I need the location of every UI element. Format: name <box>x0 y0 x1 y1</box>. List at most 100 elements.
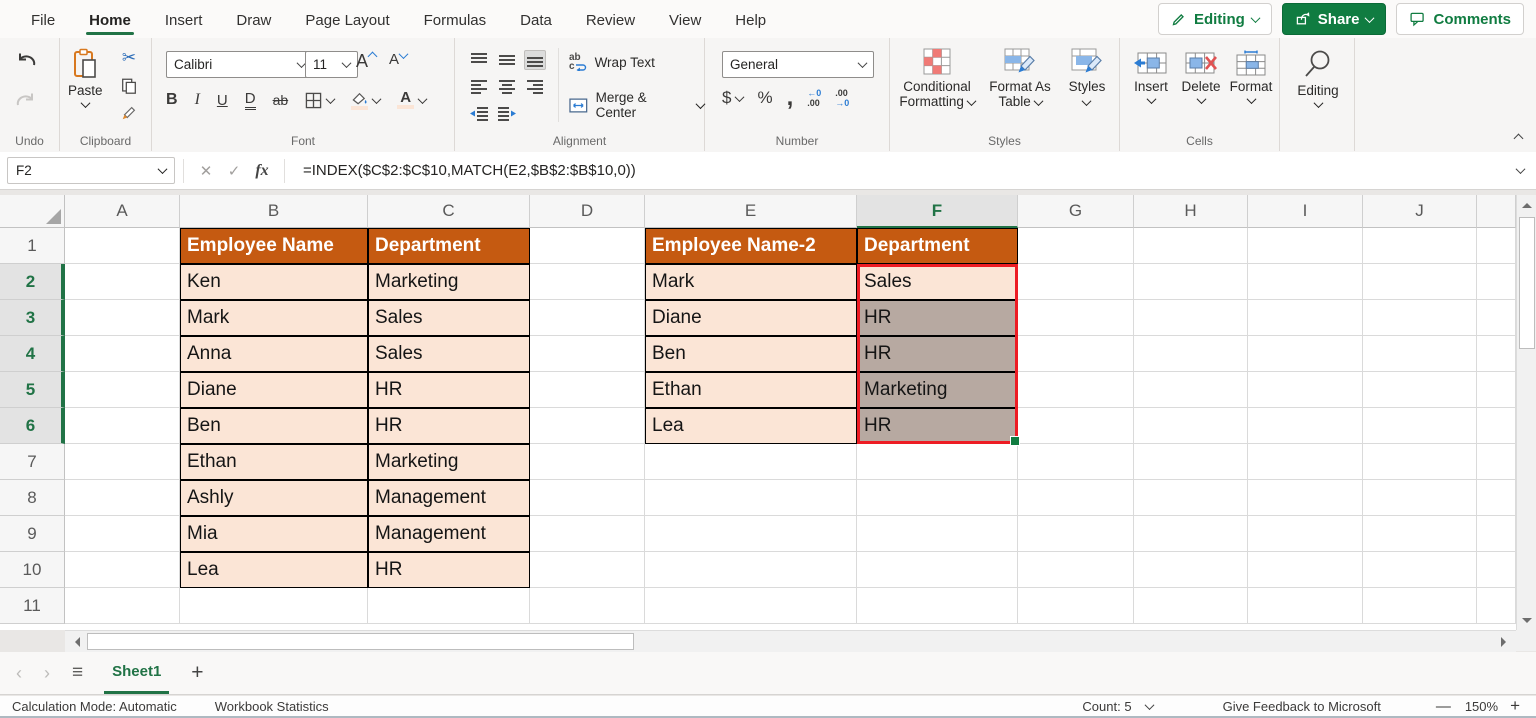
ribbon-tab-help[interactable]: Help <box>718 3 783 36</box>
increase-font-button[interactable]: A <box>356 51 378 72</box>
enter-icon[interactable]: ✓ <box>220 162 248 180</box>
cell-E7[interactable] <box>645 444 857 480</box>
cell-H10[interactable] <box>1134 552 1248 588</box>
format-cells-button[interactable]: Format <box>1228 50 1274 105</box>
row-header-6[interactable]: 6 <box>0 408 65 444</box>
cell-C2[interactable]: Marketing <box>368 264 530 300</box>
cell-ext2[interactable] <box>1477 264 1516 300</box>
cell-D8[interactable] <box>530 480 645 516</box>
row-header-2[interactable]: 2 <box>0 264 65 300</box>
cell-B7[interactable]: Ethan <box>180 444 368 480</box>
cell-I2[interactable] <box>1248 264 1363 300</box>
align-right-button[interactable] <box>524 77 546 97</box>
ribbon-tab-review[interactable]: Review <box>569 3 652 36</box>
cell-F11[interactable] <box>857 588 1018 624</box>
cell-H9[interactable] <box>1134 516 1248 552</box>
font-family-select[interactable]: Calibri <box>166 51 313 78</box>
add-sheet-button[interactable]: + <box>191 661 203 685</box>
cell-G3[interactable] <box>1018 300 1134 336</box>
ribbon-tab-formulas[interactable]: Formulas <box>407 3 504 36</box>
insert-cells-button[interactable]: Insert <box>1130 50 1172 105</box>
cell-C4[interactable]: Sales <box>368 336 530 372</box>
cell-G6[interactable] <box>1018 408 1134 444</box>
column-header-G[interactable]: G <box>1018 195 1134 228</box>
cell-J3[interactable] <box>1363 300 1477 336</box>
cell-D2[interactable] <box>530 264 645 300</box>
cell-B6[interactable]: Ben <box>180 408 368 444</box>
borders-button[interactable] <box>305 92 336 109</box>
decrease-indent-button[interactable] <box>467 104 491 124</box>
merge-center-button[interactable]: Merge & Center <box>569 90 706 120</box>
cell-B2[interactable]: Ken <box>180 264 368 300</box>
strikethrough-button[interactable]: ab <box>273 92 289 108</box>
cell-E8[interactable] <box>645 480 857 516</box>
share-button[interactable]: Share <box>1281 3 1387 35</box>
bold-button[interactable]: B <box>166 91 178 109</box>
cell-B5[interactable]: Diane <box>180 372 368 408</box>
cell-F2[interactable]: Sales <box>857 264 1018 300</box>
cell-D5[interactable] <box>530 372 645 408</box>
column-header-B[interactable]: B <box>180 195 368 228</box>
percent-format-button[interactable]: % <box>757 88 772 108</box>
count-aggregate[interactable]: Count: 5 <box>1082 699 1131 714</box>
cell-ext7[interactable] <box>1477 444 1516 480</box>
cell-B3[interactable]: Mark <box>180 300 368 336</box>
align-left-button[interactable] <box>468 77 490 97</box>
cell-D6[interactable] <box>530 408 645 444</box>
cell-E6[interactable]: Lea <box>645 408 857 444</box>
cell-E4[interactable]: Ben <box>645 336 857 372</box>
cell-I5[interactable] <box>1248 372 1363 408</box>
column-header-H[interactable]: H <box>1134 195 1248 228</box>
table2-header-1[interactable]: Employee Name-2 <box>645 228 857 264</box>
horizontal-scroll-thumb[interactable] <box>87 633 634 650</box>
cell-ext4[interactable] <box>1477 336 1516 372</box>
wrap-text-button[interactable]: ab c Wrap Text <box>569 53 655 71</box>
cell-J6[interactable] <box>1363 408 1477 444</box>
cell-J11[interactable] <box>1363 588 1477 624</box>
cell-D4[interactable] <box>530 336 645 372</box>
row-header-1[interactable]: 1 <box>0 228 65 264</box>
cell-G1[interactable] <box>1018 228 1134 264</box>
table1-header-1[interactable]: Employee Name <box>180 228 368 264</box>
cell-ext5[interactable] <box>1477 372 1516 408</box>
ribbon-tab-page-layout[interactable]: Page Layout <box>288 3 406 36</box>
workbook-statistics-button[interactable]: Workbook Statistics <box>215 699 329 714</box>
increase-indent-button[interactable] <box>495 104 519 124</box>
row-header-9[interactable]: 9 <box>0 516 65 552</box>
cell-D10[interactable] <box>530 552 645 588</box>
aggregate-options-chevron[interactable] <box>1144 699 1155 710</box>
column-header-I[interactable]: I <box>1248 195 1363 228</box>
align-middle-button[interactable] <box>496 50 518 70</box>
align-center-button[interactable] <box>496 77 518 97</box>
cell-F7[interactable] <box>857 444 1018 480</box>
column-header-E[interactable]: E <box>645 195 857 228</box>
italic-button[interactable]: I <box>195 91 200 109</box>
cell-ext6[interactable] <box>1477 408 1516 444</box>
cell-ext10[interactable] <box>1477 552 1516 588</box>
cell-E5[interactable]: Ethan <box>645 372 857 408</box>
select-all-corner[interactable] <box>0 195 65 228</box>
cell-B10[interactable]: Lea <box>180 552 368 588</box>
fill-color-button[interactable] <box>351 91 382 110</box>
cell-D3[interactable] <box>530 300 645 336</box>
cell-ext9[interactable] <box>1477 516 1516 552</box>
cell-G5[interactable] <box>1018 372 1134 408</box>
cell-H3[interactable] <box>1134 300 1248 336</box>
cell-F5[interactable]: Marketing <box>857 372 1018 408</box>
collapse-ribbon-button[interactable] <box>1513 133 1524 144</box>
cell-H2[interactable] <box>1134 264 1248 300</box>
format-as-table-button[interactable]: Format As Table <box>984 48 1056 109</box>
cell-E9[interactable] <box>645 516 857 552</box>
expand-formula-bar-button[interactable] <box>1515 164 1526 175</box>
cell-A3[interactable] <box>65 300 180 336</box>
cell-F8[interactable] <box>857 480 1018 516</box>
double-underline-button[interactable]: D <box>244 90 256 110</box>
cell-F3[interactable]: HR <box>857 300 1018 336</box>
cell-I3[interactable] <box>1248 300 1363 336</box>
row-header-7[interactable]: 7 <box>0 444 65 480</box>
cell-C6[interactable]: HR <box>368 408 530 444</box>
cell-A1[interactable] <box>65 228 180 264</box>
cell-B11[interactable] <box>180 588 368 624</box>
cell-I1[interactable] <box>1248 228 1363 264</box>
undo-button[interactable] <box>14 50 38 74</box>
